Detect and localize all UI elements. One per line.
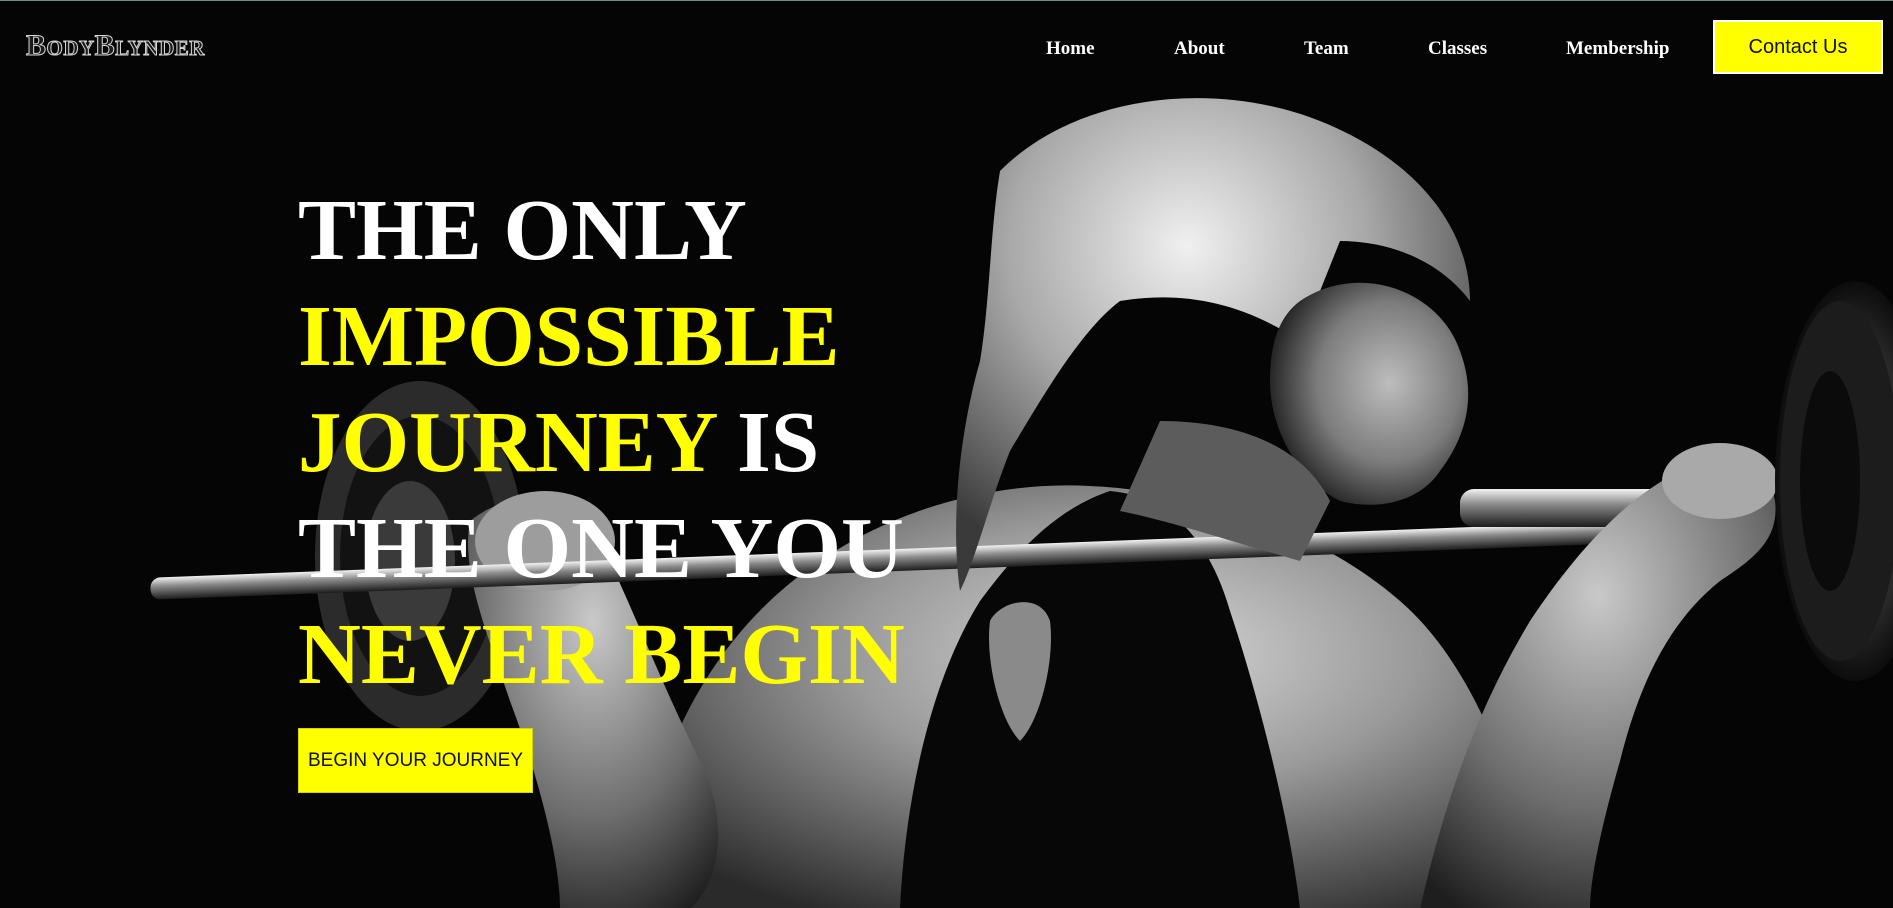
landing-page: BodyBlynder Home About Team Classes Memb… — [0, 0, 1893, 908]
headline-line-2: IMPOSSIBLE — [298, 287, 840, 384]
hero-headline: THE ONLY IMPOSSIBLE JOURNEY IS THE ONE Y… — [298, 177, 905, 707]
nav-item-classes[interactable]: Classes — [1428, 37, 1487, 61]
begin-journey-button[interactable]: BEGIN YOUR JOURNEY — [298, 728, 533, 793]
headline-word-is: IS — [715, 393, 820, 490]
nav-item-about[interactable]: About — [1174, 37, 1225, 61]
headline-line-5: NEVER BEGIN — [298, 605, 905, 702]
headline-word-journey: JOURNEY — [298, 393, 716, 490]
headline-line-4: THE ONE YOU — [298, 499, 904, 596]
nav-item-home[interactable]: Home — [1046, 37, 1095, 61]
headline-line-3: JOURNEY IS — [298, 389, 905, 495]
nav-item-team[interactable]: Team — [1304, 37, 1349, 61]
headline-line-1: THE ONLY — [298, 181, 747, 278]
brand-logo[interactable]: BodyBlynder — [26, 30, 205, 61]
hero-background-image — [150, 98, 1893, 908]
contact-us-button[interactable]: Contact Us — [1713, 20, 1883, 74]
nav-item-membership[interactable]: Membership — [1566, 37, 1669, 61]
